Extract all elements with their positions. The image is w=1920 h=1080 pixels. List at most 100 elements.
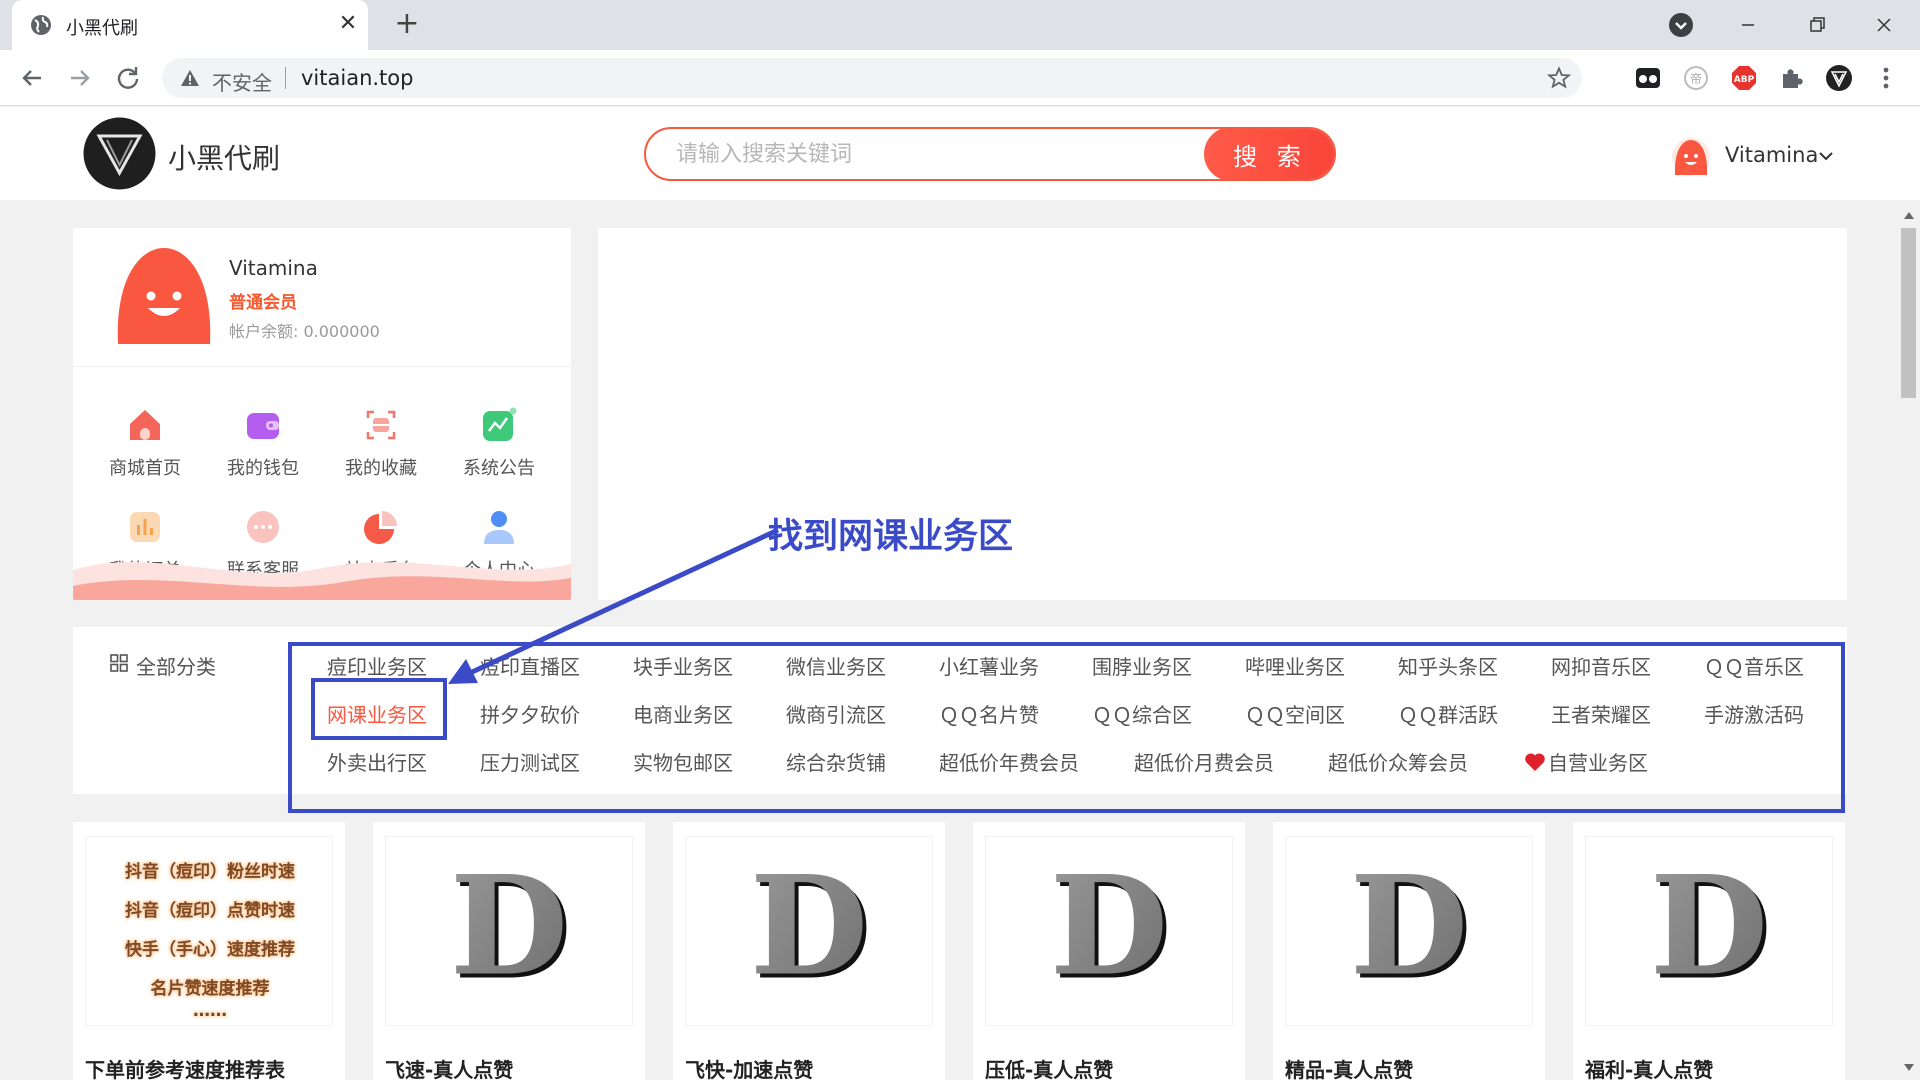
category-item[interactable]: 微信业务区 <box>786 651 886 680</box>
puzzle-icon[interactable] <box>1778 64 1806 92</box>
product-title[interactable]: 飞快-加速点赞 <box>685 1054 813 1080</box>
tab-title: 小黑代刷 <box>66 18 138 39</box>
category-item[interactable]: 小红薯业务 <box>939 651 1039 680</box>
search-button[interactable]: 搜 索 <box>1204 129 1334 179</box>
product-title[interactable]: 精品-真人点赞 <box>1285 1054 1413 1080</box>
category-item-active[interactable]: 网课业务区 <box>327 699 427 728</box>
product-thumbnail[interactable]: D D <box>685 836 933 1026</box>
category-item[interactable]: 拼夕夕砍价 <box>480 699 580 728</box>
category-item[interactable]: 微商引流区 <box>786 699 886 728</box>
product-card[interactable]: D D 压低-真人点赞 <box>973 822 1245 1080</box>
promo-line: 快手（手心）速度推荐 <box>125 940 295 960</box>
user-card: Vitamina 普通会员 帐户余额: 0.000000 商城首页 我的钱包 我… <box>73 228 571 600</box>
product-title[interactable]: 福利-真人点赞 <box>1585 1054 1713 1080</box>
scroll-down-icon[interactable] <box>1904 1064 1914 1071</box>
category-item[interactable]: 痘印直播区 <box>480 651 580 680</box>
adblock-icon[interactable]: ABP <box>1730 64 1758 92</box>
home-icon <box>130 410 160 440</box>
plus-icon[interactable]: + <box>390 8 424 42</box>
extension-icon[interactable] <box>1634 64 1662 92</box>
product-card[interactable]: D D 飞快-加速点赞 <box>673 822 945 1080</box>
insecure-label[interactable]: 不安全 <box>212 67 272 96</box>
product-card[interactable]: D D 福利-真人点赞 <box>1573 822 1845 1080</box>
scroll-up-icon[interactable] <box>1904 212 1914 219</box>
category-item[interactable]: 围脖业务区 <box>1092 651 1192 680</box>
category-item[interactable]: ＱＱ音乐区 <box>1704 651 1804 680</box>
favorites-icon <box>366 410 396 440</box>
product-thumbnail[interactable]: D D <box>385 836 633 1026</box>
forward-icon[interactable] <box>62 60 98 96</box>
category-item[interactable]: 手游激活码 <box>1704 699 1804 728</box>
product-title[interactable]: 压低-真人点赞 <box>985 1054 1113 1080</box>
product-card[interactable]: D D 飞速-真人点赞 <box>373 822 645 1080</box>
menu-announcement[interactable]: 系统公告 <box>444 406 554 486</box>
category-item[interactable]: 块手业务区 <box>633 651 733 680</box>
profile-avatar-icon[interactable] <box>1825 64 1853 92</box>
category-item[interactable]: ＱＱ名片赞 <box>939 699 1039 728</box>
category-label: 自营业务区 <box>1548 751 1648 775</box>
scrollbar-thumb[interactable] <box>1901 228 1916 398</box>
site-name[interactable]: 小黑代刷 <box>168 137 280 177</box>
product-card[interactable]: 抖音（痘印）粉丝时速 抖音（痘印）点赞时速 快手（手心）速度推荐 名片赞速度推荐… <box>73 822 345 1080</box>
svg-text:ABP: ABP <box>1734 75 1755 85</box>
category-item[interactable]: 知乎头条区 <box>1398 651 1498 680</box>
reload-icon[interactable] <box>110 60 146 96</box>
person-icon <box>484 511 514 544</box>
browser-tab[interactable]: 小黑代刷 ✕ <box>12 0 368 50</box>
minimize-icon[interactable] <box>1728 8 1768 42</box>
category-item[interactable]: 超低价年费会员 <box>939 747 1079 776</box>
product-title[interactable]: 飞速-真人点赞 <box>385 1054 513 1080</box>
product-thumbnail[interactable]: D D <box>1585 836 1833 1026</box>
user-menu[interactable]: Vitamina <box>1671 137 1851 177</box>
user-avatar-icon[interactable] <box>1671 137 1711 177</box>
menu-icon[interactable] <box>1872 64 1900 92</box>
category-item[interactable]: 超低价众筹会员 <box>1328 747 1468 776</box>
maximize-icon[interactable] <box>1796 8 1836 42</box>
product-thumbnail[interactable]: D D <box>985 836 1233 1026</box>
category-item[interactable]: ＱＱ空间区 <box>1245 699 1345 728</box>
pie-chart-icon <box>364 511 397 544</box>
avatar[interactable] <box>115 248 213 346</box>
profile-icon[interactable] <box>1668 12 1694 38</box>
category-item[interactable]: 痘印业务区 <box>327 651 427 680</box>
browser-toolbar: 不安全 vitaian.top 帝 ABP <box>0 50 1920 106</box>
product-thumbnail[interactable]: D D <box>1285 836 1533 1026</box>
site-header: 小黑代刷 搜 索 Vitamina <box>0 107 1920 200</box>
category-item[interactable]: 王者荣耀区 <box>1551 699 1651 728</box>
category-item-self-operated[interactable]: 自营业务区 <box>1524 747 1648 776</box>
warning-icon[interactable] <box>180 68 200 88</box>
chevron-down-icon[interactable] <box>1817 147 1835 165</box>
omnibox-divider <box>285 67 286 89</box>
category-item[interactable]: ＱＱ群活跃 <box>1398 699 1498 728</box>
logo[interactable] <box>83 117 156 190</box>
product-card[interactable]: D D 精品-真人点赞 <box>1273 822 1545 1080</box>
grid-icon <box>110 654 128 672</box>
category-item[interactable]: 网抑音乐区 <box>1551 651 1651 680</box>
menu-wallet[interactable]: 我的钱包 <box>208 406 318 486</box>
menu-label: 我的钱包 <box>227 458 299 479</box>
url-text[interactable]: vitaian.top <box>301 66 413 90</box>
category-item[interactable]: 压力测试区 <box>480 747 580 776</box>
product-title[interactable]: 下单前参考速度推荐表 <box>85 1054 285 1080</box>
category-item[interactable]: 外卖出行区 <box>327 747 427 776</box>
star-icon[interactable] <box>1547 66 1571 90</box>
address-bar[interactable]: 不安全 vitaian.top <box>162 58 1582 98</box>
member-level: 普通会员 <box>229 293 297 313</box>
menu-home[interactable]: 商城首页 <box>90 406 200 486</box>
category-item[interactable]: ＱＱ综合区 <box>1092 699 1192 728</box>
scrollbar[interactable] <box>1897 206 1920 1080</box>
search-input[interactable] <box>646 129 1206 179</box>
menu-favorites[interactable]: 我的收藏 <box>326 406 436 486</box>
username[interactable]: Vitamina <box>1725 143 1818 167</box>
back-icon[interactable] <box>14 60 50 96</box>
category-item[interactable]: 实物包邮区 <box>633 747 733 776</box>
product-thumbnail[interactable]: 抖音（痘印）粉丝时速 抖音（痘印）点赞时速 快手（手心）速度推荐 名片赞速度推荐… <box>85 836 333 1026</box>
category-item[interactable]: 哔哩业务区 <box>1245 651 1345 680</box>
category-item[interactable]: 电商业务区 <box>633 699 733 728</box>
category-item[interactable]: 超低价月费会员 <box>1134 747 1274 776</box>
thumb-letter: D <box>450 847 568 1007</box>
extension-icon[interactable]: 帝 <box>1682 64 1710 92</box>
category-item[interactable]: 综合杂货铺 <box>786 747 886 776</box>
close-window-icon[interactable] <box>1864 8 1904 42</box>
close-icon[interactable]: ✕ <box>334 10 362 38</box>
